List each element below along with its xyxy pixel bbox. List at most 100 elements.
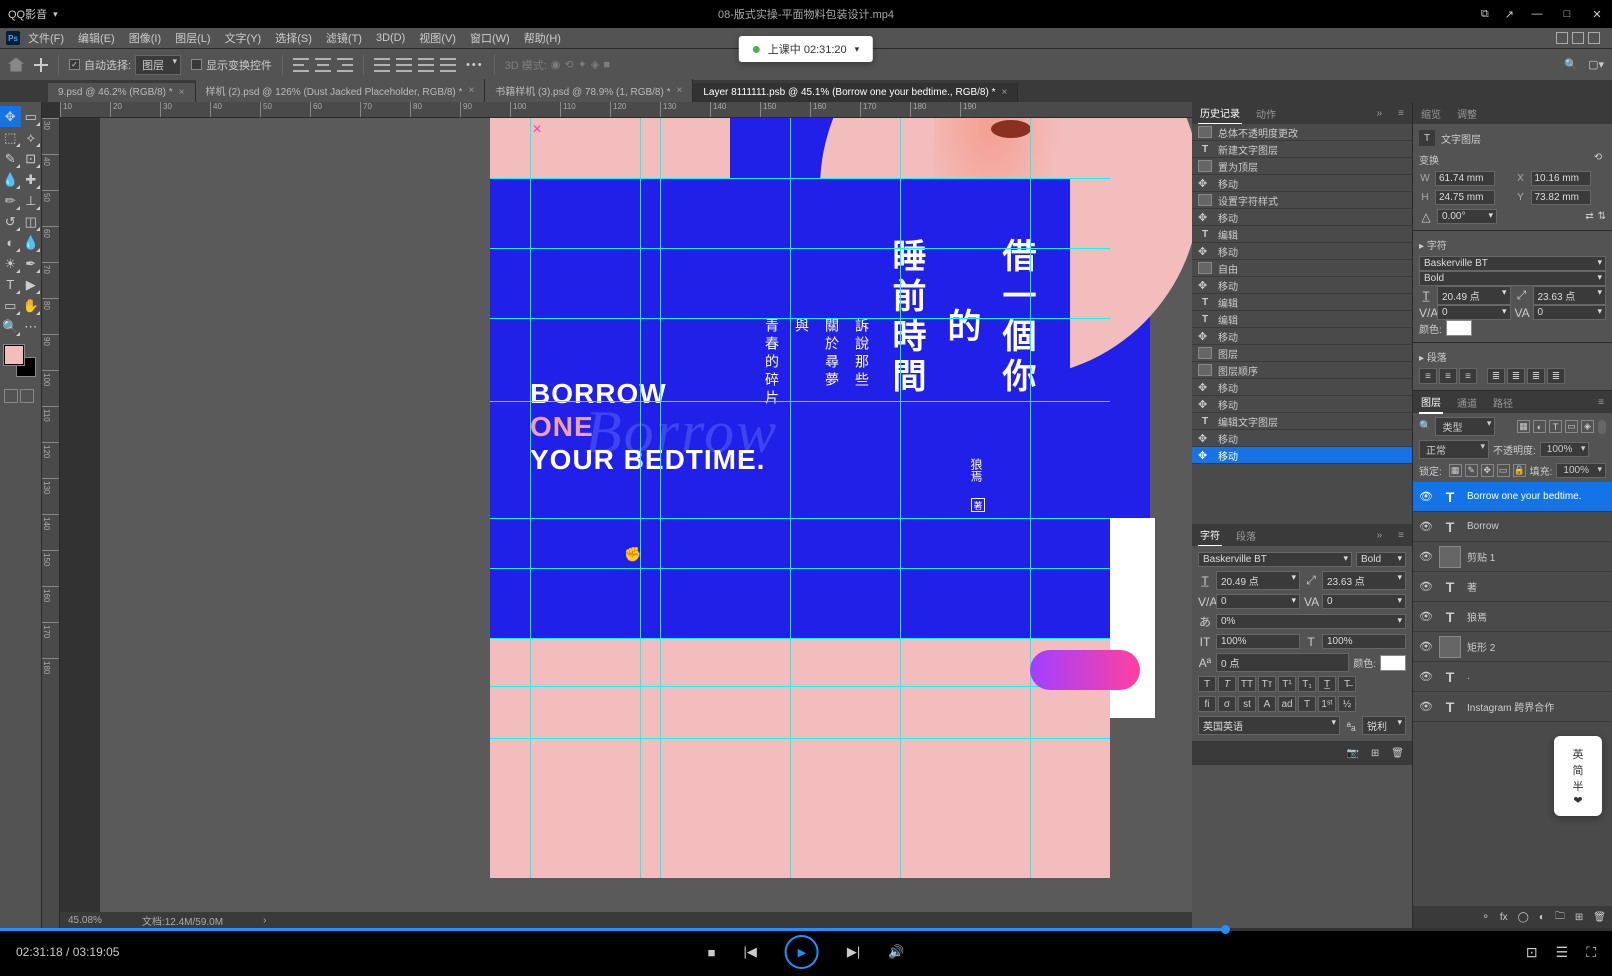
y-input[interactable]: [1531, 190, 1591, 205]
baseline-input[interactable]: 0 点: [1216, 653, 1349, 672]
font-size-input[interactable]: 20.49 点: [1216, 571, 1300, 590]
align-left-icon[interactable]: [293, 58, 309, 72]
opentype-st[interactable]: st: [1238, 696, 1256, 712]
dist-vcenter-icon[interactable]: [396, 58, 412, 72]
menu-select[interactable]: 选择(S): [269, 30, 318, 46]
history-item[interactable]: 移动: [1192, 175, 1412, 192]
playlist-button[interactable]: ☰: [1556, 944, 1569, 961]
history-item[interactable]: 设置字符样式: [1192, 192, 1412, 209]
history-item[interactable]: 移动: [1192, 328, 1412, 345]
width-input[interactable]: [1435, 171, 1495, 186]
frame-minimize-icon[interactable]: [1556, 32, 1568, 44]
history-item[interactable]: 移动: [1192, 379, 1412, 396]
tab-thumbnails[interactable]: 缩览: [1419, 103, 1443, 124]
search-icon[interactable]: 🔍: [1564, 58, 1578, 71]
flip-h-icon[interactable]: ⇄: [1585, 211, 1593, 222]
history-delete-icon[interactable]: 🗑: [1391, 748, 1404, 759]
tab-actions[interactable]: 动作: [1254, 103, 1278, 124]
font-family-dropdown[interactable]: Baskerville BT: [1198, 552, 1352, 567]
align-left-btn[interactable]: ≡: [1419, 368, 1437, 384]
tab-close-icon[interactable]: ×: [468, 85, 474, 96]
crop-tool[interactable]: ⊡: [21, 148, 42, 169]
history-item[interactable]: 移动: [1192, 277, 1412, 294]
artboard-tool[interactable]: ▭: [21, 106, 42, 127]
status-arrow-icon[interactable]: ›: [263, 915, 266, 926]
kern-2[interactable]: 0: [1533, 305, 1607, 320]
more-options-icon[interactable]: •••: [466, 59, 484, 71]
panel-menu-icon[interactable]: ≡: [1396, 105, 1406, 122]
prev-button[interactable]: |◀: [743, 944, 756, 960]
history-brush-tool[interactable]: ↺: [0, 211, 21, 232]
allcaps-button[interactable]: TT: [1238, 676, 1256, 692]
menu-layer[interactable]: 图层(L): [169, 30, 216, 46]
align-right-btn[interactable]: ≡: [1459, 368, 1477, 384]
new-layer-icon[interactable]: ⊞: [1575, 912, 1583, 923]
dist-bottom-icon[interactable]: [418, 58, 434, 72]
antialias-dropdown[interactable]: 锐利: [1362, 716, 1406, 735]
layer-visibility-icon[interactable]: 👁: [1419, 670, 1433, 683]
layer-visibility-icon[interactable]: 👁: [1419, 580, 1433, 593]
history-item[interactable]: 移动: [1192, 243, 1412, 260]
layer-list[interactable]: 👁TBorrow one your bedtime.👁TBorrow👁剪贴 1👁…: [1413, 482, 1612, 906]
pip-icon[interactable]: ⧉: [1481, 8, 1489, 21]
ime-float-widget[interactable]: 英简半❤: [1554, 736, 1602, 816]
filter-toggle[interactable]: [1598, 420, 1606, 434]
next-button[interactable]: ▶|: [847, 944, 860, 960]
size-2[interactable]: 20.49 点: [1437, 286, 1511, 305]
font-weight-dropdown[interactable]: Bold: [1356, 552, 1406, 567]
align-center-btn[interactable]: ≡: [1439, 368, 1457, 384]
tab-paragraph[interactable]: 段落: [1234, 525, 1258, 546]
auto-select-checkbox[interactable]: ✓: [69, 59, 80, 70]
play-button[interactable]: ▶: [785, 935, 819, 969]
zoom-tool[interactable]: 🔍: [0, 316, 21, 337]
history-item[interactable]: 图层: [1192, 345, 1412, 362]
tab-doc-3[interactable]: 书籍样机 (3).psd @ 78.9% (1, RGB/8) *×: [485, 79, 693, 102]
history-item[interactable]: 总体不透明度更改: [1192, 124, 1412, 141]
adjustment-layer-icon[interactable]: ◐: [1539, 912, 1545, 923]
progress-bar[interactable]: [0, 928, 1612, 931]
opentype-o[interactable]: σ: [1218, 696, 1236, 712]
lock-position-icon[interactable]: ✥: [1481, 464, 1494, 477]
history-item[interactable]: 自由: [1192, 260, 1412, 277]
blend-mode-dropdown[interactable]: 正常: [1419, 440, 1489, 459]
status-dropdown-icon[interactable]: ▾: [855, 44, 860, 55]
ruler-vertical[interactable]: 3040506070809010011012013014015016017018…: [42, 118, 60, 928]
layer-group-icon[interactable]: 🗀: [1555, 909, 1565, 926]
maximize-button[interactable]: □: [1560, 7, 1574, 21]
history-snapshot-icon[interactable]: 📷: [1346, 748, 1358, 759]
dist-top-icon[interactable]: [374, 58, 390, 72]
tab-doc-2[interactable]: 样机 (2).psd @ 126% (Dust Jacked Placehold…: [196, 79, 486, 102]
history-item[interactable]: T编辑: [1192, 226, 1412, 243]
panel-menu-icon[interactable]: ≡: [1596, 394, 1606, 411]
lock-artboard-icon[interactable]: ▭: [1497, 464, 1510, 477]
class-status-pill[interactable]: 上课中 02:31:20 ▾: [739, 36, 873, 62]
text-color-swatch[interactable]: [1380, 655, 1406, 671]
layer-visibility-icon[interactable]: 👁: [1419, 520, 1433, 533]
va-2[interactable]: 0: [1437, 305, 1511, 320]
screenmode-icon[interactable]: [20, 389, 34, 403]
tracking-input[interactable]: 0: [1216, 594, 1300, 609]
vscale-input[interactable]: 100%: [1216, 634, 1300, 649]
layer-visibility-icon[interactable]: 👁: [1419, 550, 1433, 563]
subscript-button[interactable]: T₁: [1298, 676, 1316, 692]
filter-type-icon[interactable]: T: [1549, 420, 1562, 433]
layer-visibility-icon[interactable]: 👁: [1419, 490, 1433, 503]
canvas[interactable]: Borrow BORROW ONE YOUR BEDTIME. 借一個你 的 睡…: [100, 118, 1192, 912]
ps-logo-icon[interactable]: Ps: [6, 31, 20, 45]
x-input[interactable]: [1531, 171, 1591, 186]
history-item[interactable]: 置为顶层: [1192, 158, 1412, 175]
layer-mask-icon[interactable]: ◯: [1518, 912, 1529, 923]
blur-tool[interactable]: 💧: [21, 232, 42, 253]
filter-pixel-icon[interactable]: ▦: [1517, 420, 1530, 433]
layer-visibility-icon[interactable]: 👁: [1419, 610, 1433, 623]
layer-visibility-icon[interactable]: 👁: [1419, 700, 1433, 713]
lock-paint-icon[interactable]: ✎: [1465, 464, 1478, 477]
delete-layer-icon[interactable]: 🗑: [1593, 912, 1606, 923]
tab-layers[interactable]: 图层: [1419, 391, 1443, 414]
tab-doc-4[interactable]: Layer 8111111.psb @ 45.1% (Borrow one yo…: [693, 83, 1018, 102]
dist-h-icon[interactable]: [440, 58, 456, 72]
quickmask-icon[interactable]: [4, 389, 18, 403]
gradient-tool[interactable]: ◐: [0, 232, 21, 253]
close-button[interactable]: ✕: [1590, 7, 1604, 21]
ruler-horizontal[interactable]: 1020304050607080901001101201301401501601…: [60, 102, 1192, 118]
